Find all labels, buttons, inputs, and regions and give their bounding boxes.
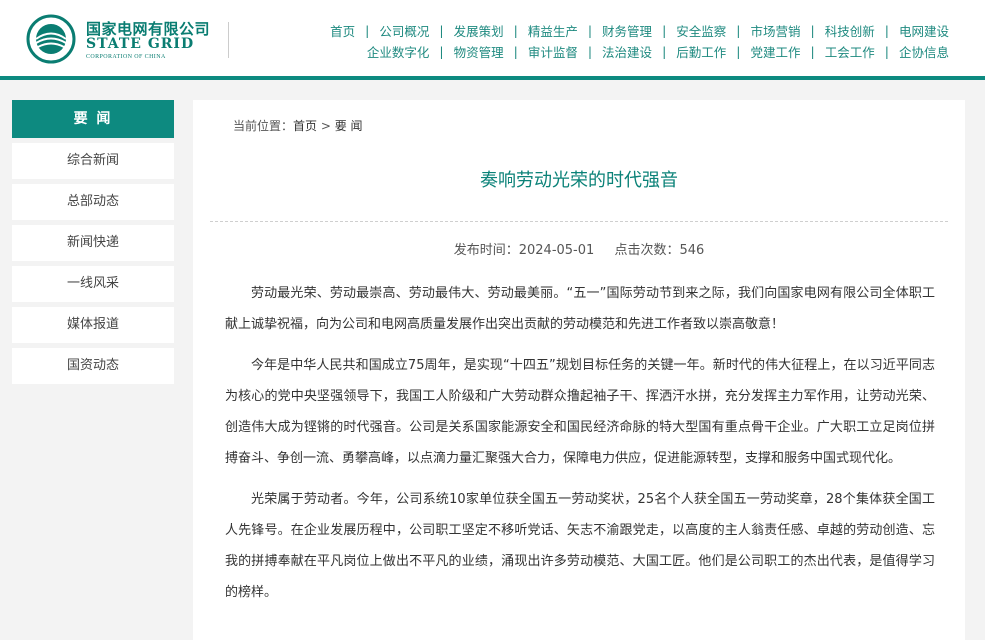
- logo-subtitle: CORPORATION OF CHINA: [86, 54, 166, 60]
- breadcrumb-home[interactable]: 首页: [293, 119, 317, 133]
- nav-item-overview[interactable]: 公司概况: [379, 21, 429, 40]
- nav-item-planning[interactable]: 发展策划: [454, 21, 504, 40]
- nav-separator: |: [662, 23, 667, 38]
- site-logo[interactable]: 国家电网有限公司 STATE GRID CORPORATION OF CHINA: [26, 14, 236, 66]
- article-paragraph: 今年是中华人民共和国成立75周年，是实现“十四五”规划目标任务的关键一年。新时代…: [225, 358, 935, 466]
- nav-item-grid-construction[interactable]: 电网建设: [899, 21, 949, 40]
- article-panel: 当前位置：首页 > 要 闻 奏响劳动光荣的时代强音 发布时间：2024-05-0…: [193, 100, 965, 640]
- sidebar-title[interactable]: 要 闻: [12, 100, 174, 138]
- nav-separator: |: [439, 44, 444, 59]
- nav-item-innovation[interactable]: 科技创新: [825, 21, 875, 40]
- nav-separator: |: [810, 23, 815, 38]
- breadcrumb-separator: >: [317, 119, 335, 133]
- nav-separator: |: [736, 23, 741, 38]
- title-divider: [210, 221, 948, 222]
- site-header: 国家电网有限公司 STATE GRID CORPORATION OF CHINA…: [0, 0, 985, 76]
- nav-item-production[interactable]: 精益生产: [528, 21, 578, 40]
- nav-separator: |: [513, 44, 518, 59]
- sidebar-item-media[interactable]: 媒体报道: [12, 307, 174, 343]
- nav-separator: |: [587, 23, 593, 38]
- state-grid-emblem-icon: [26, 14, 76, 64]
- article-body: 劳动最光荣、劳动最崇高、劳动最伟大、劳动最美丽。“五一”国际劳动节到来之际，我们…: [225, 278, 935, 618]
- nav-item-audit[interactable]: 审计监督: [528, 42, 578, 61]
- article-title: 奏响劳动光荣的时代强音: [480, 170, 678, 191]
- nav-separator: |: [662, 44, 667, 59]
- sidebar: 要 闻 综合新闻 总部动态 新闻快递 一线风采 媒体报道 国资动态: [12, 100, 174, 384]
- nav-item-materials[interactable]: 物资管理: [454, 42, 504, 61]
- main-nav: 首页 | 公司概况 | 发展策划 | 精益生产 | 财务管理 | 安全监察 | 市场营销 | …: [249, 20, 949, 62]
- sidebar-item-sasac[interactable]: 国资动态: [12, 348, 174, 384]
- nav-row-1: 首页 | 公司概况 | 发展策划 | 精益生产 | 财务管理 | 安全监察 | 市场营销 | …: [249, 20, 949, 41]
- nav-item-association[interactable]: 企协信息: [899, 42, 949, 61]
- sidebar-item-hq-news[interactable]: 总部动态: [12, 184, 174, 220]
- nav-item-digital[interactable]: 企业数字化: [367, 42, 430, 61]
- sidebar-item-express[interactable]: 新闻快递: [12, 225, 174, 261]
- nav-item-party[interactable]: 党建工作: [751, 42, 801, 61]
- nav-item-logistics[interactable]: 后勤工作: [676, 42, 726, 61]
- publish-date: 发布时间：2024-05-01: [453, 243, 595, 258]
- nav-item-legal[interactable]: 法治建设: [602, 42, 652, 61]
- article-meta: 发布时间：2024-05-01 点击次数：546: [193, 239, 965, 258]
- nav-separator: |: [736, 44, 741, 59]
- header-divider: [228, 22, 229, 58]
- breadcrumb-current[interactable]: 要 闻: [335, 119, 363, 133]
- nav-separator: |: [365, 23, 370, 38]
- nav-separator: |: [439, 23, 444, 38]
- sidebar-item-general-news[interactable]: 综合新闻: [12, 143, 174, 179]
- header-accent-bar: [0, 76, 985, 80]
- nav-item-home[interactable]: 首页: [330, 21, 355, 40]
- nav-item-union[interactable]: 工会工作: [825, 42, 875, 61]
- breadcrumb: 当前位置：首页 > 要 闻: [233, 117, 363, 134]
- nav-row-2: 企业数字化 | 物资管理 | 审计监督 | 法治建设 | 后勤工作 | 党建工作 | 工会工…: [249, 41, 949, 62]
- nav-item-finance[interactable]: 财务管理: [602, 21, 652, 40]
- nav-separator: |: [587, 44, 593, 59]
- nav-separator: |: [884, 23, 889, 38]
- nav-item-safety[interactable]: 安全监察: [676, 21, 726, 40]
- sidebar-item-frontline[interactable]: 一线风采: [12, 266, 174, 302]
- article-paragraph: 劳动最光荣、劳动最崇高、劳动最伟大、劳动最美丽。“五一”国际劳动节到来之际，我们…: [225, 286, 935, 332]
- nav-item-marketing[interactable]: 市场营销: [751, 21, 801, 40]
- nav-separator: |: [810, 44, 815, 59]
- nav-separator: |: [513, 23, 518, 38]
- nav-separator: |: [884, 44, 889, 59]
- breadcrumb-prefix: 当前位置：: [233, 119, 294, 133]
- logo-english-name: STATE GRID: [86, 36, 195, 52]
- click-count: 点击次数：546: [614, 243, 705, 258]
- article-paragraph: 光荣属于劳动者。今年，公司系统10家单位获全国五一劳动奖状，25名个人获全国五一…: [225, 492, 935, 600]
